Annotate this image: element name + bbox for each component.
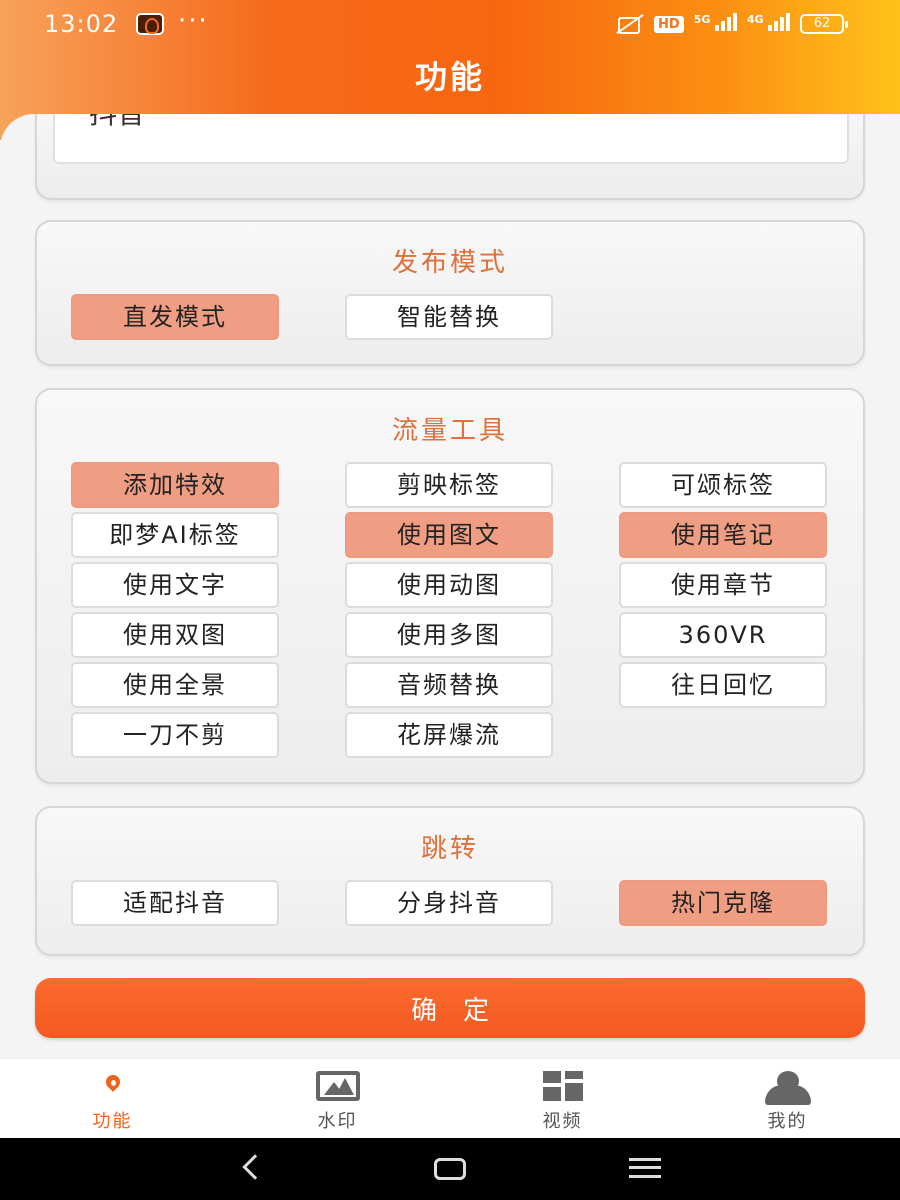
menu-icon[interactable]	[629, 1158, 661, 1178]
app-notification-icon	[136, 13, 164, 35]
option-no-cut[interactable]: 一刀不剪	[71, 712, 279, 758]
platform-card: 抖音	[35, 114, 865, 200]
system-nav-bar	[0, 1138, 900, 1200]
nav-item-watermark[interactable]: 水印	[225, 1059, 450, 1139]
option-add-effect[interactable]: 添加特效	[71, 462, 279, 508]
option-capcut-tag[interactable]: 剪映标签	[345, 462, 553, 508]
nav-item-video[interactable]: 视频	[450, 1059, 675, 1139]
more-notifications-icon: ···	[178, 6, 209, 36]
option-clone-douyin[interactable]: 分身抖音	[345, 880, 553, 926]
option-use-multi-image[interactable]: 使用多图	[345, 612, 553, 658]
option-adapt-douyin[interactable]: 适配抖音	[71, 880, 279, 926]
status-indicators: HD 5G 4G 62	[614, 13, 848, 35]
option-use-notes[interactable]: 使用笔记	[619, 512, 827, 558]
option-use-dual-image[interactable]: 使用双图	[71, 612, 279, 658]
option-jimeng-ai-tag[interactable]: 即梦AI标签	[71, 512, 279, 558]
traffic-tools-card: 流量工具 添加特效 剪映标签 可颂标签 即梦AI标签 使用图文 使用笔记 使用文…	[35, 388, 865, 784]
confirm-button[interactable]: 确定	[35, 978, 865, 1038]
status-time: 13:02	[44, 10, 119, 38]
signal-icon	[714, 13, 737, 31]
home-icon[interactable]	[434, 1158, 466, 1180]
option-kesong-tag[interactable]: 可颂标签	[619, 462, 827, 508]
network-5g-label: 5G	[693, 13, 711, 26]
publish-mode-title: 发布模式	[391, 248, 508, 278]
option-use-gif[interactable]: 使用动图	[345, 562, 553, 608]
option-direct-mode[interactable]: 直发模式	[71, 294, 279, 340]
traffic-tools-title: 流量工具	[391, 416, 508, 446]
option-glitch-boost[interactable]: 花屏爆流	[345, 712, 553, 758]
grid-icon	[542, 1071, 583, 1101]
image-icon	[315, 1071, 360, 1101]
platform-field[interactable]: 抖音	[53, 114, 849, 164]
mute-icon	[614, 14, 644, 34]
bottom-navigation: 功能 水印 视频 我的	[0, 1058, 900, 1138]
option-memories[interactable]: 往日回忆	[619, 662, 827, 708]
option-use-chapters[interactable]: 使用章节	[619, 562, 827, 608]
option-smart-replace[interactable]: 智能替换	[345, 294, 553, 340]
signal-icon	[768, 13, 790, 31]
status-bar: 13:02 ··· HD 5G 4G 62	[0, 0, 900, 48]
network-4g-label: 4G	[746, 13, 764, 26]
signal-4g: 4G	[747, 13, 790, 35]
nav-item-features[interactable]: 功能	[0, 1059, 225, 1139]
hd-badge: HD	[654, 15, 684, 33]
nav-label: 我的	[767, 1111, 808, 1132]
option-audio-replace[interactable]: 音频替换	[345, 662, 553, 708]
option-use-image-text[interactable]: 使用图文	[345, 512, 553, 558]
option-360vr[interactable]: 360VR	[619, 612, 827, 658]
signal-5g: 5G	[694, 13, 737, 35]
main-content[interactable]: 抖音 发布模式 直发模式 智能替换 流量工具 添加特效 剪映标签 可颂标签 即梦…	[0, 114, 900, 1058]
jump-title: 跳转	[420, 834, 479, 864]
page-title: 功能	[414, 58, 485, 96]
user-icon	[763, 1071, 813, 1105]
nav-label: 功能	[92, 1111, 133, 1132]
option-use-panorama[interactable]: 使用全景	[71, 662, 279, 708]
nav-label: 视频	[542, 1111, 583, 1132]
battery-icon: 62	[800, 14, 848, 34]
jump-card: 跳转 适配抖音 分身抖音 热门克隆	[35, 806, 865, 956]
nav-label: 水印	[317, 1111, 358, 1132]
option-use-text[interactable]: 使用文字	[71, 562, 279, 608]
publish-mode-card: 发布模式 直发模式 智能替换	[35, 220, 865, 366]
back-icon[interactable]	[242, 1154, 268, 1180]
nav-item-profile[interactable]: 我的	[675, 1059, 900, 1139]
fire-icon	[104, 1073, 122, 1093]
platform-field-value: 抖音	[89, 114, 145, 130]
option-hot-clone[interactable]: 热门克隆	[619, 880, 827, 926]
